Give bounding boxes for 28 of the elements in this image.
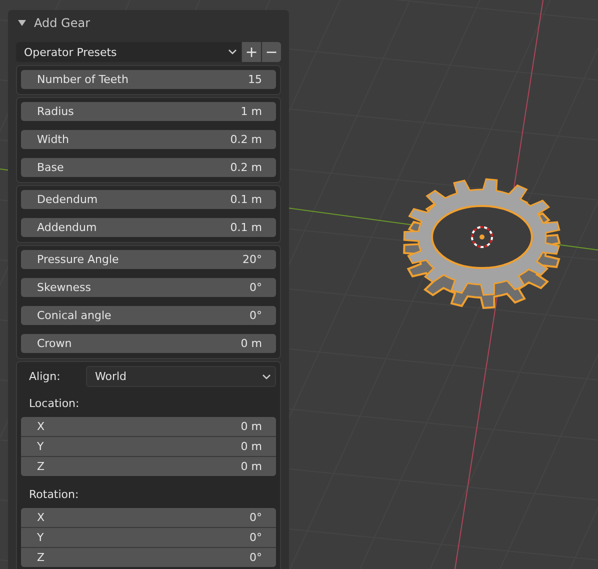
number-field[interactable]: Skewness 0° <box>21 278 276 297</box>
number-field[interactable]: Width 0.2 m <box>21 130 276 149</box>
align-label: Align: <box>28 370 62 383</box>
number-field[interactable]: Addendum 0.1 m <box>21 218 276 237</box>
number-field[interactable]: Z 0° <box>21 548 276 567</box>
operator-presets-dropdown[interactable]: Operator Presets <box>16 42 241 62</box>
section-label: Location: <box>28 397 80 412</box>
origin-cursor-icon <box>471 226 493 248</box>
number-field[interactable]: Pressure Angle 20° <box>21 250 276 269</box>
number-field[interactable]: Y 0 m <box>21 437 276 456</box>
number-field[interactable]: Radius 1 m <box>21 102 276 121</box>
number-field[interactable]: Conical angle 0° <box>21 306 276 325</box>
panel-title: Add Gear <box>34 16 90 30</box>
number-field[interactable]: Number of Teeth 15 <box>21 70 276 89</box>
chevron-down-icon <box>262 374 271 380</box>
collapse-triangle-icon[interactable] <box>18 20 26 26</box>
number-field[interactable]: X 0° <box>21 508 276 527</box>
chevron-down-icon <box>228 49 237 55</box>
add-preset-button[interactable]: + <box>242 42 261 62</box>
section-label: Rotation: <box>28 488 80 503</box>
number-field[interactable]: Z 0 m <box>21 457 276 476</box>
number-field[interactable]: Crown 0 m <box>21 334 276 353</box>
remove-preset-button[interactable]: − <box>262 42 281 62</box>
align-dropdown[interactable]: World <box>86 366 276 387</box>
number-field[interactable]: Dedendum 0.1 m <box>21 190 276 209</box>
number-field[interactable]: X 0 m <box>21 417 276 436</box>
number-field[interactable]: Base 0.2 m <box>21 158 276 177</box>
number-field[interactable]: Y 0° <box>21 528 276 547</box>
